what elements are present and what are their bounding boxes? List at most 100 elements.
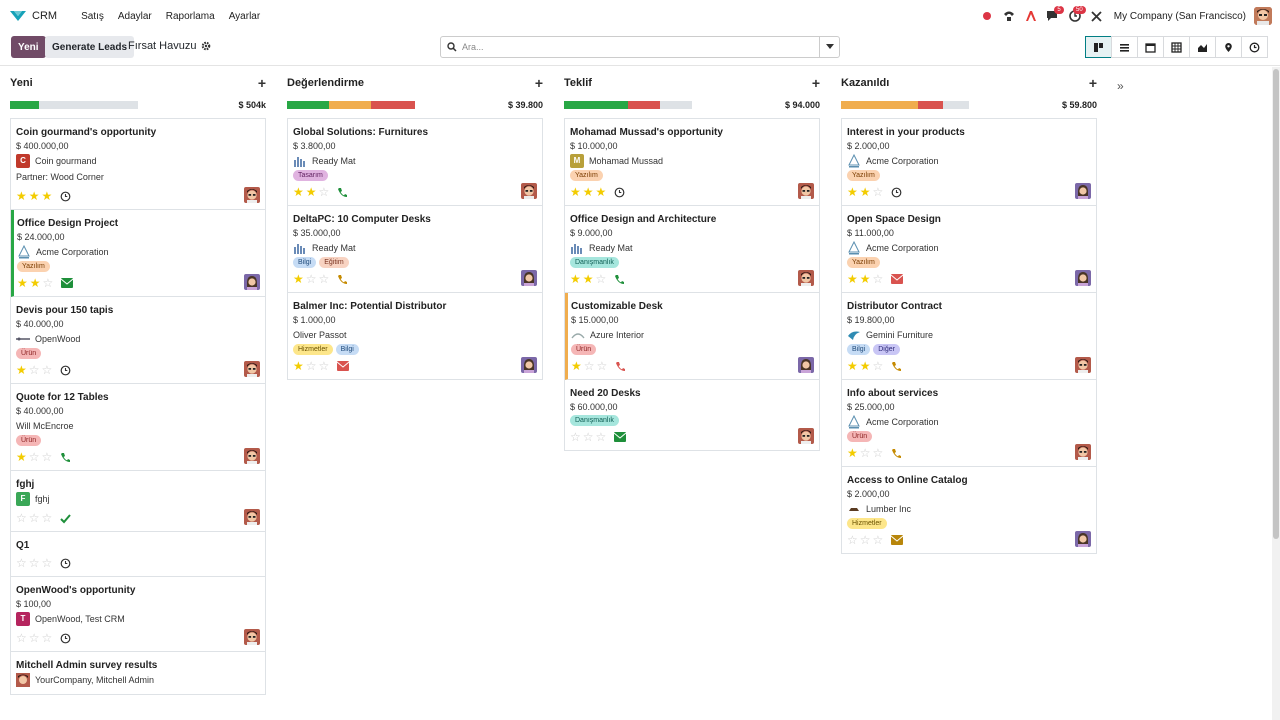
clock-activity-icon[interactable] — [60, 558, 71, 569]
priority-star-icon[interactable]: ☆ — [29, 364, 40, 376]
column-title[interactable]: Kazanıldı — [841, 77, 889, 89]
lead-card[interactable]: Balmer Inc: Potential Distributor $ 1.000… — [288, 293, 542, 380]
search-options-toggle[interactable] — [819, 37, 839, 57]
progress-segment[interactable] — [371, 101, 415, 109]
priority-star-icon[interactable]: ☆ — [873, 273, 884, 285]
search-input[interactable]: Ara... — [462, 42, 819, 52]
priority-star-icon[interactable]: ☆ — [583, 431, 594, 443]
column-progress-bar[interactable] — [287, 101, 415, 109]
priority-star-icon[interactable]: ☆ — [597, 360, 608, 372]
email-activity-icon[interactable] — [891, 535, 904, 545]
owner-avatar[interactable] — [521, 183, 537, 199]
add-card-button[interactable]: + — [812, 75, 820, 91]
priority-star-icon[interactable]: ☆ — [306, 360, 317, 372]
priority-star-icon[interactable]: ☆ — [42, 364, 53, 376]
owner-avatar[interactable] — [1075, 444, 1091, 460]
priority-star-icon[interactable]: ★ — [583, 273, 594, 285]
priority-star-icon[interactable]: ☆ — [42, 557, 53, 569]
phone-activity-icon[interactable] — [614, 274, 625, 285]
menu-item-settings[interactable]: Ayarlar — [222, 11, 268, 22]
progress-segment[interactable] — [917, 101, 944, 109]
priority-star-icon[interactable]: ★ — [596, 186, 607, 198]
priority-star-icon[interactable]: ☆ — [596, 273, 607, 285]
owner-avatar[interactable] — [244, 274, 260, 290]
phone-activity-icon[interactable] — [615, 361, 626, 372]
priority-star-icon[interactable]: ★ — [847, 273, 858, 285]
priority-star-icon[interactable]: ☆ — [319, 186, 330, 198]
app-logo[interactable]: CRM — [9, 9, 57, 23]
priority-star-icon[interactable]: ★ — [571, 360, 582, 372]
progress-segment[interactable] — [564, 101, 628, 109]
clock-activity-icon[interactable] — [60, 633, 71, 644]
phone-activity-icon[interactable] — [337, 187, 348, 198]
phone-activity-icon[interactable] — [891, 448, 902, 459]
priority-star-icon[interactable]: ★ — [847, 447, 858, 459]
priority-star-icon[interactable]: ☆ — [584, 360, 595, 372]
column-title[interactable]: Değerlendirme — [287, 77, 364, 89]
activity-view-button[interactable] — [1241, 36, 1268, 58]
priority-star-icon[interactable]: ★ — [29, 190, 40, 202]
column-title[interactable]: Teklif — [564, 77, 592, 89]
priority-star-icon[interactable]: ★ — [860, 360, 871, 372]
generate-leads-button[interactable]: Generate Leads — [45, 36, 135, 58]
owner-avatar[interactable] — [1075, 357, 1091, 373]
search-bar[interactable]: Ara... — [440, 36, 840, 58]
company-switcher[interactable]: My Company (San Francisco) — [1114, 11, 1246, 22]
priority-star-icon[interactable]: ☆ — [29, 512, 40, 524]
lead-card[interactable]: fghj Ffghj ☆ ☆ ☆ — [11, 471, 265, 532]
email-activity-icon[interactable] — [337, 361, 350, 371]
add-card-button[interactable]: + — [535, 75, 543, 91]
lead-card[interactable]: Open Space Design $ 11.000,00 Acme Corpora… — [842, 206, 1096, 293]
priority-star-icon[interactable]: ☆ — [847, 534, 858, 546]
priority-star-icon[interactable]: ☆ — [860, 534, 871, 546]
priority-star-icon[interactable]: ☆ — [860, 447, 871, 459]
priority-star-icon[interactable]: ☆ — [873, 447, 884, 459]
graph-view-button[interactable] — [1189, 36, 1216, 58]
email-activity-icon[interactable] — [614, 432, 627, 442]
priority-star-icon[interactable]: ★ — [17, 277, 28, 289]
pivot-view-button[interactable] — [1163, 36, 1190, 58]
owner-avatar[interactable] — [521, 270, 537, 286]
menu-item-sales[interactable]: Satış — [74, 11, 111, 22]
lead-card[interactable]: Office Design and Architecture $ 9.000,00… — [565, 206, 819, 293]
clock-activity-icon[interactable] — [891, 187, 902, 198]
owner-avatar[interactable] — [1075, 183, 1091, 199]
lead-card[interactable]: Info about services $ 25.000,00 Acme Corpo… — [842, 380, 1096, 467]
owner-avatar[interactable] — [798, 428, 814, 444]
owner-avatar[interactable] — [244, 187, 260, 203]
priority-star-icon[interactable]: ★ — [293, 273, 304, 285]
progress-segment[interactable] — [660, 101, 692, 109]
progress-segment[interactable] — [628, 101, 660, 109]
status-dot-icon[interactable] — [976, 6, 998, 26]
gear-icon[interactable] — [201, 41, 211, 51]
priority-star-icon[interactable]: ☆ — [873, 360, 884, 372]
phone-activity-icon[interactable] — [337, 274, 348, 285]
priority-star-icon[interactable]: ★ — [306, 186, 317, 198]
clock-activity-icon[interactable] — [60, 191, 71, 202]
priority-star-icon[interactable]: ☆ — [29, 557, 40, 569]
priority-star-icon[interactable]: ☆ — [42, 512, 53, 524]
phone-activity-icon[interactable] — [60, 452, 71, 463]
priority-star-icon[interactable]: ★ — [583, 186, 594, 198]
lead-card[interactable]: Quote for 12 Tables $ 40.000,00 Will McEnc… — [11, 384, 265, 471]
progress-segment[interactable] — [287, 101, 330, 109]
priority-star-icon[interactable]: ☆ — [29, 451, 40, 463]
list-view-button[interactable] — [1111, 36, 1138, 58]
priority-star-icon[interactable]: ★ — [16, 364, 27, 376]
scrollbar[interactable] — [1272, 67, 1280, 720]
column-progress-bar[interactable] — [841, 101, 969, 109]
priority-star-icon[interactable]: ☆ — [596, 431, 607, 443]
clock-activity-icon[interactable] — [60, 365, 71, 376]
user-avatar[interactable] — [1254, 7, 1272, 25]
fold-columns-icon[interactable]: » — [1117, 79, 1124, 93]
progress-segment[interactable] — [841, 101, 918, 109]
priority-star-icon[interactable]: ☆ — [16, 632, 27, 644]
priority-star-icon[interactable]: ☆ — [16, 557, 27, 569]
priority-star-icon[interactable]: ★ — [293, 186, 304, 198]
lead-card[interactable]: Access to Online Catalog $ 2.000,00 Lumber… — [842, 467, 1096, 554]
column-title[interactable]: Yeni — [10, 77, 33, 89]
owner-avatar[interactable] — [521, 357, 537, 373]
add-card-button[interactable]: + — [1089, 75, 1097, 91]
map-view-button[interactable] — [1215, 36, 1242, 58]
priority-star-icon[interactable]: ★ — [16, 190, 27, 202]
